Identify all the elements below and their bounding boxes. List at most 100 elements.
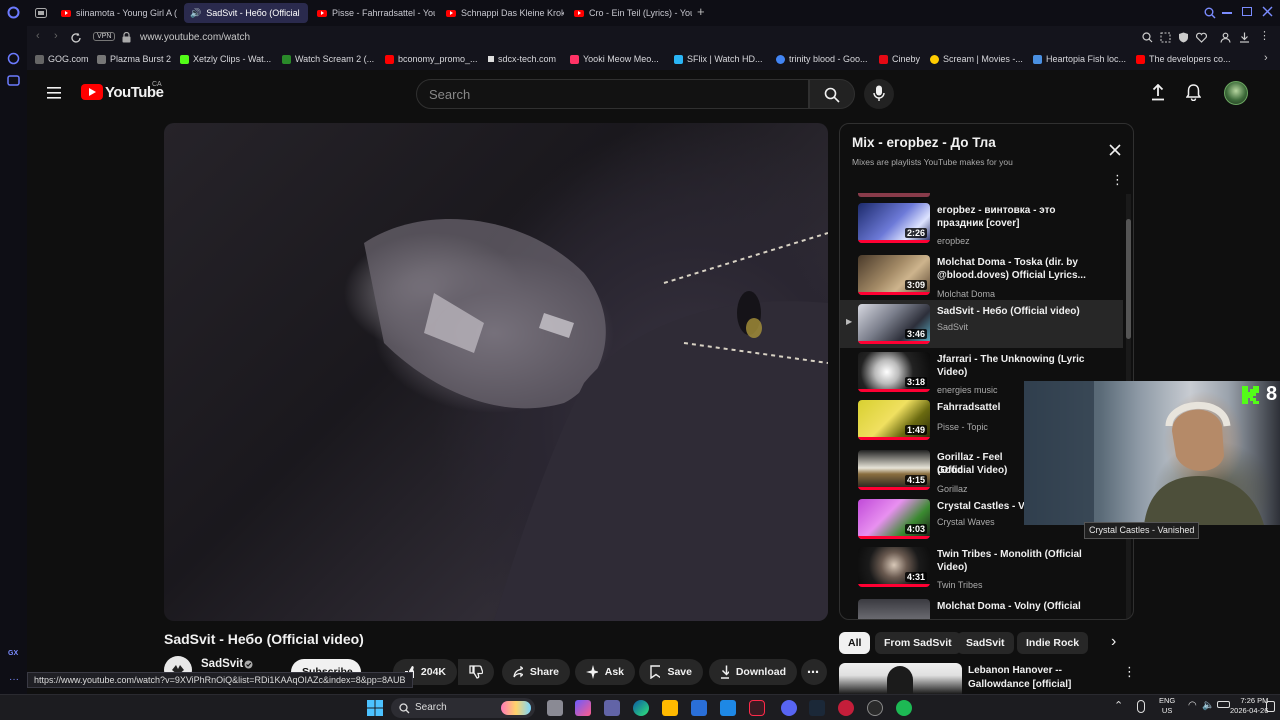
vpn-badge[interactable]: VPN <box>93 32 116 41</box>
steam-icon[interactable] <box>809 700 825 716</box>
sidebar-messenger-icon[interactable] <box>7 52 20 65</box>
mix-item[interactable]: 2:26 егорbez - винтовка - это праздник [… <box>840 199 1123 247</box>
bookmark-bconomy[interactable]: bconomy_promo_... <box>385 54 478 64</box>
rec-title[interactable]: Lebanon Hanover -- <box>968 665 1062 676</box>
forward-icon[interactable]: › <box>54 30 58 42</box>
save-button[interactable]: Save <box>639 659 703 685</box>
search-tabs-icon[interactable] <box>1204 7 1216 19</box>
minimize-button[interactable] <box>1222 12 1232 14</box>
bookmark-sdcx[interactable]: sdcx-tech.com <box>488 54 556 64</box>
task-view-icon[interactable] <box>547 700 563 716</box>
tab-cro[interactable]: Cro - Ein Teil (Lyrics) - You <box>568 3 692 23</box>
back-icon[interactable]: ‹ <box>36 30 40 42</box>
tab-siinamota[interactable]: siinamota - Young Girl A ( <box>55 3 177 23</box>
download-button[interactable]: Download <box>709 659 797 685</box>
wifi-icon[interactable]: ◠ <box>1188 700 1197 711</box>
opera-gx-taskbar-icon[interactable] <box>749 700 765 716</box>
search-button[interactable] <box>809 79 855 109</box>
bookmark-scream2[interactable]: Watch Scream 2 (... <box>282 54 374 64</box>
mix-options-icon[interactable]: ⋮ <box>1111 172 1124 188</box>
taskbar-search[interactable]: Search <box>391 698 535 718</box>
channel-name[interactable]: SadSvit <box>201 658 243 670</box>
discord-icon[interactable] <box>781 700 797 716</box>
snapshot-icon[interactable] <box>1160 32 1171 43</box>
tab-pisse[interactable]: Pisse - Fahrradsattel - You <box>311 3 435 23</box>
battery-icon[interactable] <box>1217 701 1230 708</box>
mix-item-now-playing[interactable]: ▶ 3:46 SadSvit - Небо (Official video) S… <box>840 300 1123 348</box>
mail-icon[interactable] <box>720 700 736 716</box>
bookmark-heartopia[interactable]: Heartopia Fish loc... <box>1033 54 1126 64</box>
chips-next-icon[interactable]: › <box>1111 633 1116 651</box>
now-playing-icon: ▶ <box>846 317 853 326</box>
zoom-icon[interactable] <box>1142 32 1153 43</box>
tab-workspaces-icon[interactable] <box>35 8 47 18</box>
search-input[interactable]: Search <box>416 79 809 109</box>
bookmark-yooki[interactable]: Yooki Meow Meo... <box>570 54 659 64</box>
bookmark-plazma[interactable]: Plazma Burst 2 <box>97 54 171 64</box>
rec-options-icon[interactable]: ⋮ <box>1123 664 1136 680</box>
clock[interactable]: 7:26 PM 2026-04-26 <box>1230 696 1268 716</box>
sidebar-more-icon[interactable]: ··· <box>9 674 19 685</box>
speaker-icon[interactable]: 🔊 <box>190 8 201 19</box>
bookmark-sflix[interactable]: SFlix | Watch HD... <box>674 54 763 64</box>
mix-item[interactable]: 4:31 Twin Tribes - Monolith (Official Vi… <box>840 543 1123 591</box>
close-panel-icon[interactable] <box>1109 144 1121 156</box>
bookmark-scream[interactable]: Scream | Movies -... <box>930 54 1023 64</box>
maximize-button[interactable] <box>1242 7 1252 16</box>
mix-scrollbar-thumb[interactable] <box>1126 219 1131 339</box>
adblock-shield-icon[interactable] <box>1178 32 1189 43</box>
teams-icon[interactable] <box>604 700 620 716</box>
chip-from-sadsvit[interactable]: From SadSvit <box>875 632 961 654</box>
notifications-bell-icon[interactable] <box>1186 84 1201 101</box>
edge-icon[interactable] <box>633 700 649 716</box>
youtube-logo-icon[interactable] <box>81 84 103 100</box>
share-button[interactable]: Share <box>502 659 570 685</box>
store-icon[interactable] <box>691 700 707 716</box>
url-text[interactable]: www.youtube.com/watch <box>140 32 250 43</box>
upload-icon[interactable] <box>1151 84 1165 101</box>
copilot-icon[interactable] <box>575 700 591 716</box>
chip-all[interactable]: All <box>839 632 871 654</box>
bookmark-gog[interactable]: GOG.com <box>35 54 89 64</box>
download-icon[interactable] <box>1239 32 1250 43</box>
mix-item[interactable]: 3:09 Molchat Doma - Toska (dir. by @bloo… <box>840 251 1123 299</box>
account-icon[interactable] <box>1220 32 1231 43</box>
obs-icon[interactable] <box>867 700 883 716</box>
rec-thumbnail[interactable] <box>839 663 962 694</box>
chip-sadsvit[interactable]: SadSvit <box>957 632 1014 654</box>
hamburger-menu-icon[interactable] <box>47 87 61 99</box>
tab-sadsvit[interactable]: 🔊 SadSvit - Небо (Official <box>184 3 308 23</box>
heart-icon[interactable] <box>1196 32 1207 43</box>
bookmarks-overflow-icon[interactable]: › <box>1264 52 1268 64</box>
reload-icon[interactable] <box>70 32 82 44</box>
microphone-tray-icon[interactable] <box>1137 700 1145 713</box>
menu-icon[interactable]: ⋮ <box>1259 29 1270 42</box>
dislike-button[interactable] <box>458 659 494 685</box>
rec-title-line2[interactable]: Gallowdance [official] <box>968 679 1071 690</box>
video-player[interactable] <box>164 123 828 621</box>
more-actions-button[interactable]: ⋯ <box>801 659 827 685</box>
bookmark-developers[interactable]: The developers co... <box>1136 54 1231 64</box>
language-indicator[interactable]: ENG US <box>1159 696 1175 716</box>
notification-center-icon[interactable] <box>1266 701 1275 712</box>
ask-button[interactable]: Ask <box>575 659 635 685</box>
volume-icon[interactable]: 🔈 <box>1202 700 1214 711</box>
spotify-icon[interactable] <box>896 700 912 716</box>
sidebar-workspace-icon[interactable] <box>7 74 20 87</box>
bookmark-cineby[interactable]: Cineby <box>879 54 920 64</box>
user-avatar[interactable] <box>1224 81 1248 105</box>
new-tab-button[interactable]: + <box>697 4 705 19</box>
bookmark-trinity[interactable]: trinity blood - Goo... <box>776 54 868 64</box>
chip-indie-rock[interactable]: Indie Rock <box>1017 632 1089 654</box>
close-window-icon[interactable] <box>1262 6 1273 17</box>
opera-logo-icon[interactable] <box>7 6 20 19</box>
bookmark-xetzly[interactable]: Xetzly Clips - Wat... <box>180 54 271 64</box>
voice-search-button[interactable] <box>864 79 894 109</box>
mix-item[interactable]: Molchat Doma - Volny (Official <box>840 595 1123 619</box>
file-explorer-icon[interactable] <box>662 700 678 716</box>
windows-start-icon[interactable] <box>367 700 383 716</box>
valorant-icon[interactable] <box>838 700 854 716</box>
lock-icon[interactable] <box>122 32 131 43</box>
tray-overflow-icon[interactable]: ⌃ <box>1114 699 1123 712</box>
tab-schnappi[interactable]: Schnappi Das Kleine Krok <box>440 3 564 23</box>
